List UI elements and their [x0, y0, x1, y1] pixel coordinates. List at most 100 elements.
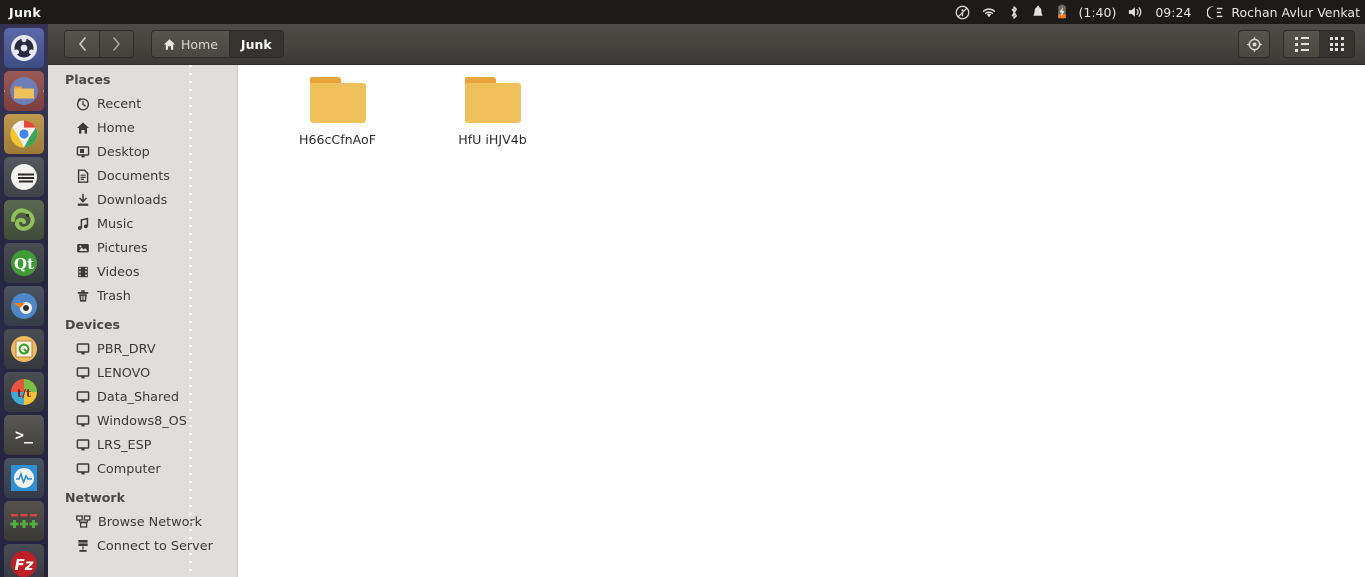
battery-charging-icon[interactable] — [1056, 4, 1068, 20]
navigation-buttons — [64, 30, 134, 58]
launcher-item-pycharm[interactable] — [4, 200, 44, 240]
drive-icon — [76, 415, 90, 427]
file-item[interactable]: HfU iHJV4b — [415, 73, 570, 147]
toolbar-right-group — [1238, 30, 1355, 58]
film-icon — [78, 266, 88, 278]
launcher-item-google-chrome[interactable] — [4, 114, 44, 154]
sidebar-item-label: Windows8_OS — [97, 413, 187, 429]
home-icon — [163, 38, 176, 50]
svg-text:Fz: Fz — [15, 556, 34, 574]
sidebar-item-pictures[interactable]: Pictures — [48, 236, 237, 260]
location-target-button[interactable] — [1238, 30, 1270, 58]
volume-icon[interactable] — [1127, 5, 1144, 19]
sidebar-item-label: PBR_DRV — [97, 341, 156, 357]
sidebar-item-lenovo[interactable]: LENOVO — [48, 361, 237, 385]
drive-icon — [76, 367, 90, 379]
breadcrumb-label: Junk — [240, 36, 272, 52]
username[interactable]: Rochan Avlur Venkat — [1231, 5, 1360, 20]
sidebar-item-label: Documents — [97, 168, 170, 184]
svg-text:t/t: t/t — [17, 387, 32, 400]
file-name: H66cCfnAoF — [299, 132, 376, 147]
sidebar-item-label: Home — [97, 120, 135, 136]
launcher-item-qt-creator[interactable]: Qt — [4, 243, 44, 283]
places-sidebar[interactable]: Places Recent Home Desktop Documents Dow… — [48, 65, 238, 577]
sidebar-item-videos[interactable]: Videos — [48, 260, 237, 284]
sidebar-section-places-title: Places — [65, 72, 111, 87]
file-manager-toolbar: Home Junk — [48, 24, 1365, 65]
launcher-item-system-monitor[interactable] — [4, 458, 44, 498]
grid-view-icon — [1329, 37, 1344, 51]
sidebar-item-computer[interactable]: Computer — [48, 457, 237, 481]
sidebar-item-music[interactable]: Music — [48, 212, 237, 236]
chevron-right-icon — [113, 37, 120, 51]
unity-launcher: Qt t/t >_ Fz — [0, 24, 48, 577]
battery-time: (1:40) — [1078, 4, 1117, 20]
sidebar-item-connect-to-server[interactable]: Connect to Server — [48, 534, 237, 558]
file-item[interactable]: H66cCfnAoF — [260, 73, 415, 147]
sidebar-item-label: Pictures — [97, 240, 148, 256]
top-panel: Junk (1:40) 09:24 Rochan Avlur Venkat — [0, 0, 1365, 24]
sidebar-resize-handle[interactable] — [189, 65, 192, 577]
sidebar-item-label: Desktop — [97, 144, 150, 160]
list-view-button[interactable] — [1284, 31, 1319, 57]
launcher-item-eclipse[interactable] — [4, 157, 44, 197]
desktop-icon — [76, 146, 90, 158]
launcher-item-blender[interactable] — [4, 286, 44, 326]
indicator-icon[interactable] — [955, 5, 970, 20]
drive-icon — [76, 343, 90, 355]
sidebar-item-label: Videos — [97, 264, 140, 280]
chevron-left-icon — [78, 37, 86, 51]
sidebar-item-label: Trash — [97, 288, 131, 304]
grid-view-button[interactable] — [1319, 31, 1354, 57]
sidebar-item-home[interactable]: Home — [48, 116, 237, 140]
forward-button[interactable] — [99, 31, 133, 57]
clock-icon — [76, 97, 90, 111]
sidebar-item-documents[interactable]: Documents — [48, 164, 237, 188]
document-icon — [77, 169, 89, 183]
sidebar-item-label: Downloads — [97, 192, 168, 208]
file-list-view[interactable]: H66cCfnAoF HfU iHJV4b — [238, 65, 1365, 577]
list-view-icon — [1294, 36, 1309, 52]
sidebar-item-label: Computer — [97, 461, 161, 477]
breadcrumb: Home Junk — [151, 30, 284, 58]
sidebar-section-devices-title: Devices — [65, 317, 121, 332]
icon-grid: H66cCfnAoF HfU iHJV4b — [238, 65, 1365, 147]
file-name: HfU iHJV4b — [458, 132, 527, 147]
launcher-item-color-wheel-app[interactable]: t/t — [4, 372, 44, 412]
bell-icon[interactable] — [1031, 5, 1045, 20]
bluetooth-icon[interactable] — [1008, 5, 1020, 20]
view-toggle-group — [1283, 30, 1355, 58]
music-note-icon — [77, 217, 89, 230]
folder-icon — [309, 77, 366, 123]
sidebar-item-lrs-esp[interactable]: LRS_ESP — [48, 433, 237, 457]
launcher-item-filezilla[interactable]: Fz — [4, 544, 44, 577]
back-button[interactable] — [65, 31, 99, 57]
drive-icon — [76, 463, 90, 475]
sidebar-item-label: LRS_ESP — [97, 437, 152, 453]
sidebar-item-downloads[interactable]: Downloads — [48, 188, 237, 212]
wifi-icon[interactable] — [981, 5, 997, 19]
launcher-item-spreadsheet-app[interactable] — [4, 501, 44, 541]
picture-icon — [77, 244, 89, 253]
svg-text:Qt: Qt — [14, 255, 34, 273]
sidebar-item-pbr-drv[interactable]: PBR_DRV — [48, 337, 237, 361]
launcher-item-terminal[interactable]: >_ — [4, 415, 44, 455]
sidebar-item-desktop[interactable]: Desktop — [48, 140, 237, 164]
server-icon — [78, 540, 88, 552]
breadcrumb-item-home[interactable]: Home — [152, 31, 229, 57]
sidebar-item-windows8-os[interactable]: Windows8_OS — [48, 409, 237, 433]
location-target-icon — [1246, 36, 1262, 52]
home-icon — [77, 122, 89, 134]
breadcrumb-item-junk[interactable]: Junk — [228, 31, 283, 57]
drive-icon — [76, 391, 90, 403]
launcher-item-qt-designer[interactable] — [4, 329, 44, 369]
sidebar-item-trash[interactable]: Trash — [48, 284, 237, 308]
sidebar-item-browse-network[interactable]: Browse Network — [48, 510, 237, 534]
launcher-item-files-nautilus[interactable] — [4, 71, 44, 111]
clock[interactable]: 09:24 — [1155, 5, 1191, 20]
download-icon — [77, 193, 89, 206]
sidebar-item-recent[interactable]: Recent — [48, 92, 237, 116]
sidebar-item-data-shared[interactable]: Data_Shared — [48, 385, 237, 409]
session-menu-icon[interactable] — [1207, 5, 1224, 20]
launcher-item-ubuntu-dash[interactable] — [4, 28, 44, 68]
